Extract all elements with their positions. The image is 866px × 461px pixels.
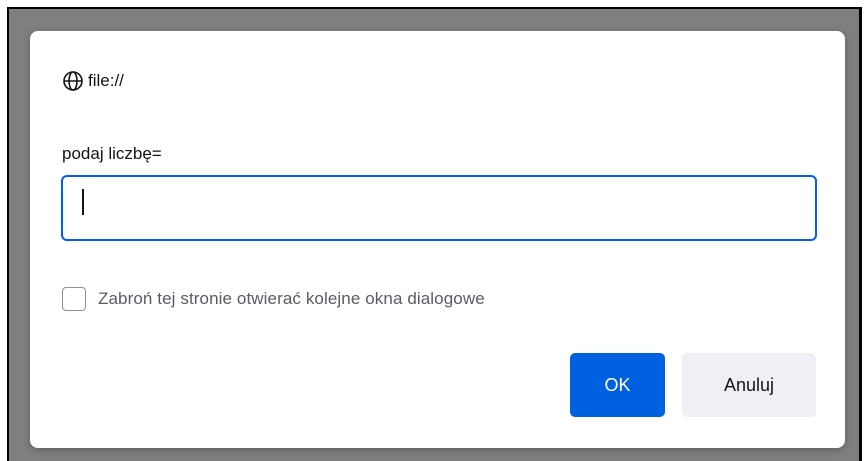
suppress-dialogs-checkbox[interactable] — [62, 287, 86, 311]
origin-text: file:// — [88, 71, 124, 90]
suppress-dialogs-row[interactable]: Zabroń tej stronie otwierać kolejne okna… — [62, 287, 485, 311]
dialog-origin: file:// — [62, 70, 124, 92]
globe-icon — [62, 70, 84, 92]
prompt-label: podaj liczbę= — [62, 144, 162, 163]
text-caret — [82, 189, 84, 215]
prompt-input[interactable] — [61, 175, 817, 241]
ok-button[interactable]: OK — [570, 353, 665, 417]
suppress-dialogs-label: Zabroń tej stronie otwierać kolejne okna… — [98, 289, 485, 308]
cancel-button[interactable]: Anuluj — [682, 353, 816, 417]
